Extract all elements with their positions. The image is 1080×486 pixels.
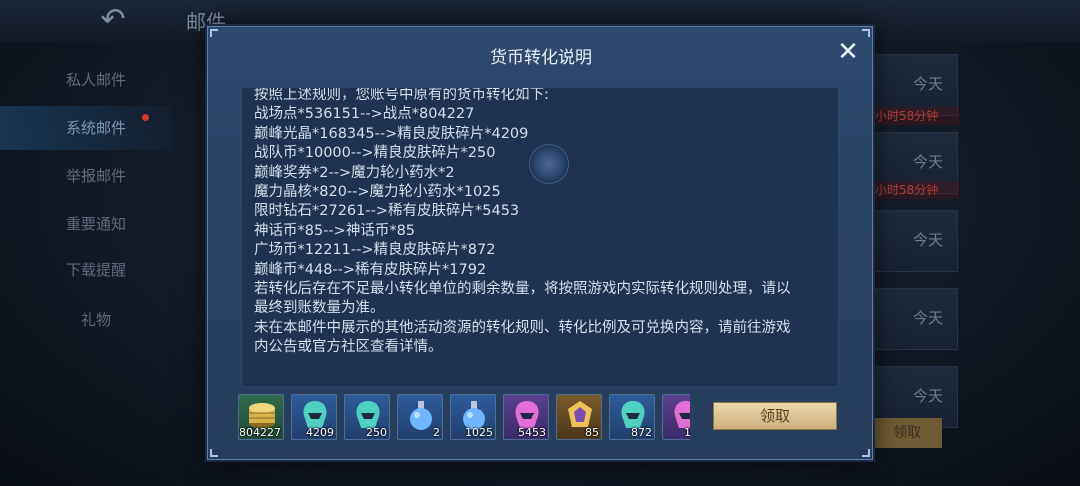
text-line: 内公告或官方社区查看详情。: [254, 339, 443, 356]
mail-expiry-timer: 小时58分钟: [873, 107, 959, 125]
corner-ornament: [210, 449, 218, 457]
mail-card[interactable]: 今天 小时58分钟: [872, 54, 959, 125]
reward-count: 4209: [306, 426, 334, 439]
reward-item[interactable]: 804227: [238, 394, 284, 440]
mail-date: 今天: [912, 75, 943, 93]
reward-item[interactable]: 5453: [503, 394, 549, 440]
loading-spinner-icon: [529, 144, 569, 184]
reward-item[interactable]: 2: [397, 394, 443, 440]
text-line: 广场币*12211-->精良皮肤碎片*872: [254, 242, 496, 259]
sidebar: 私人邮件 系统邮件 举报邮件 重要通知 下载提醒 礼物: [0, 58, 172, 348]
sidebar-item-important-notice[interactable]: 重要通知: [0, 202, 172, 246]
sidebar-item-report-mail[interactable]: 举报邮件: [0, 154, 172, 198]
reward-item[interactable]: 4209: [291, 394, 337, 440]
sidebar-item-label: 系统邮件: [65, 119, 126, 137]
reward-item[interactable]: 1025: [450, 394, 496, 440]
dialog-title: 货币转化说明: [490, 48, 592, 68]
sidebar-item-private-mail[interactable]: 私人邮件: [0, 58, 172, 102]
text-line: 神话币*85-->神话币*85: [254, 222, 416, 239]
notification-dot: [142, 114, 149, 121]
text-line: 巅峰币*448-->稀有皮肤碎片*1792: [254, 261, 487, 278]
text-line: 巅峰光晶*168345-->精良皮肤碎片*4209: [254, 125, 529, 142]
sidebar-item-gifts[interactable]: 礼物: [0, 298, 172, 342]
mail-card[interactable]: 今天: [872, 210, 958, 272]
mail-expiry-timer: 小时58分钟: [873, 181, 959, 199]
text-line: 未在本邮件中展示的其他活动资源的转化规则、转化比例及可兑换内容，请前往游戏: [254, 319, 791, 336]
reward-count: 1025: [465, 426, 493, 439]
text-line: 限时钻石*27261-->稀有皮肤碎片*5453: [254, 203, 520, 220]
reward-count: 85: [585, 426, 599, 439]
mail-card[interactable]: 今天 小时58分钟: [872, 132, 959, 199]
reward-count: 2: [433, 426, 440, 439]
sidebar-item-download-reminder[interactable]: 下载提醒: [0, 248, 172, 292]
sidebar-item-system-mail[interactable]: 系统邮件: [0, 106, 172, 150]
corner-ornament: [862, 449, 870, 457]
reward-count: 5453: [518, 426, 546, 439]
close-icon[interactable]: ✕: [832, 37, 864, 69]
mail-list: 今天 小时58分钟 今天 小时58分钟 今天 今天 今天: [872, 52, 962, 452]
reward-item[interactable]: 179: [662, 394, 690, 440]
corner-ornament: [862, 29, 870, 37]
back-arrow-icon[interactable]: ↶: [82, 4, 144, 36]
background-claim-button[interactable]: 领取: [872, 418, 942, 448]
reward-count: 179: [684, 426, 690, 439]
text-line: 魔力晶核*820-->魔力轮小药水*1025: [254, 184, 501, 201]
currency-conversion-dialog: 货币转化说明 ✕ 按照上述规则，您账号中原有的货币转化如下: 战场点*53615…: [207, 26, 873, 460]
reward-item[interactable]: 85: [556, 394, 602, 440]
reward-items-row[interactable]: 804227 4209 250 2 1025 5453 85 872 179: [238, 394, 690, 442]
text-line: 战场点*536151-->战点*804227: [254, 106, 475, 123]
mail-card[interactable]: 今天: [872, 288, 958, 350]
conversion-details-panel[interactable]: 按照上述规则，您账号中原有的货币转化如下: 战场点*536151-->战点*80…: [241, 87, 839, 387]
corner-ornament: [210, 29, 218, 37]
reward-count: 250: [366, 426, 387, 439]
reward-item[interactable]: 872: [609, 394, 655, 440]
text-line: 最终到账数量为准。: [254, 300, 385, 317]
reward-item[interactable]: 250: [344, 394, 390, 440]
reward-count: 872: [631, 426, 652, 439]
text-line: 按照上述规则，您账号中原有的货币转化如下:: [254, 87, 549, 103]
claim-button[interactable]: 领取: [713, 402, 837, 430]
mail-date: 今天: [912, 231, 943, 249]
conversion-text: 按照上述规则，您账号中原有的货币转化如下: 战场点*536151-->战点*80…: [254, 87, 834, 358]
reward-count: 804227: [239, 426, 281, 439]
mail-date: 今天: [912, 153, 943, 171]
text-line: 若转化后存在不足最小转化单位的剩余数量，将按照游戏内实际转化规则处理，请以: [254, 281, 791, 298]
mail-date: 今天: [912, 309, 943, 327]
mail-date: 今天: [912, 387, 943, 405]
